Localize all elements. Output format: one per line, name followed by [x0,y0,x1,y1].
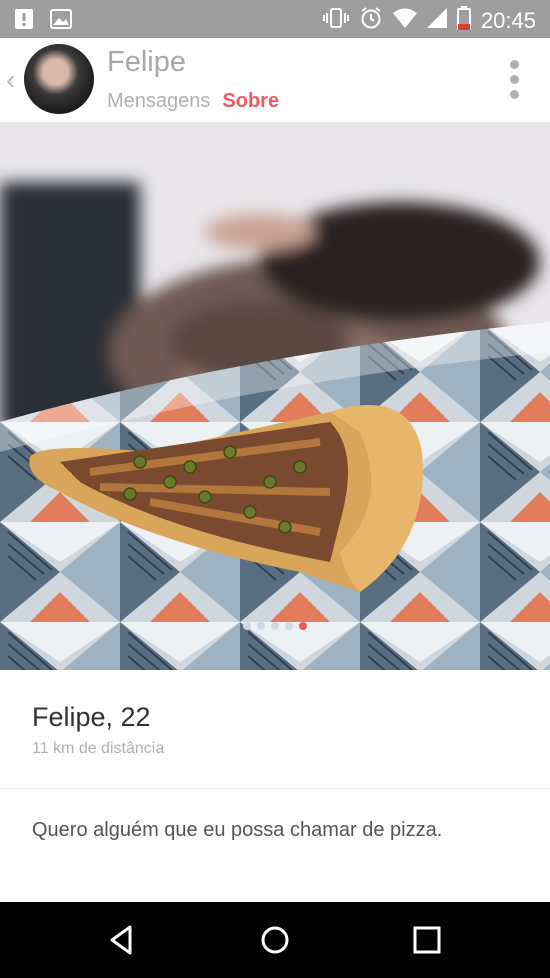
profile-tabs: Mensagens Sobre [107,90,280,125]
battery-icon [456,6,471,36]
avatar[interactable] [24,44,94,114]
vibrate-icon [322,7,349,35]
recent-apps-square-icon[interactable] [409,922,445,958]
photo-pager-dots [0,622,550,630]
pager-dot-active[interactable] [299,622,307,630]
back-triangle-icon[interactable] [104,922,140,958]
status-time: 20:45 [480,8,536,33]
more-options-icon[interactable] [510,60,520,105]
image-icon [50,8,72,35]
profile-photo[interactable] [0,122,550,670]
alarm-icon [359,6,383,36]
profile-header: ‹ Felipe Mensagens Sobre [0,38,550,125]
status-left-icons [14,8,72,35]
photo-illustration [0,122,550,670]
pager-dot[interactable] [271,622,279,630]
profile-info: Felipe, 22 11 km de distância [0,670,550,788]
pager-dot[interactable] [285,622,293,630]
pager-dot[interactable] [243,622,251,630]
back-chevron-icon[interactable]: ‹ [6,64,15,96]
wifi-icon [392,8,417,34]
profile-distance: 11 km de distância [32,740,165,757]
status-bar: 20:45 [0,0,550,38]
home-circle-icon[interactable] [257,922,293,958]
tab-mensagens[interactable]: Mensagens [107,90,210,125]
system-navigation-bar [0,902,550,978]
divider [0,788,550,789]
pager-dot[interactable] [257,622,265,630]
header-name: Felipe [107,46,186,78]
tab-sobre[interactable]: Sobre [222,90,280,125]
signal-icon [426,8,447,34]
profile-name-age: Felipe, 22 [32,702,151,732]
profile-bio: Quero alguém que eu possa chamar de pizz… [32,819,443,841]
status-right-icons: 20:45 [322,6,536,36]
alert-icon [14,8,34,35]
